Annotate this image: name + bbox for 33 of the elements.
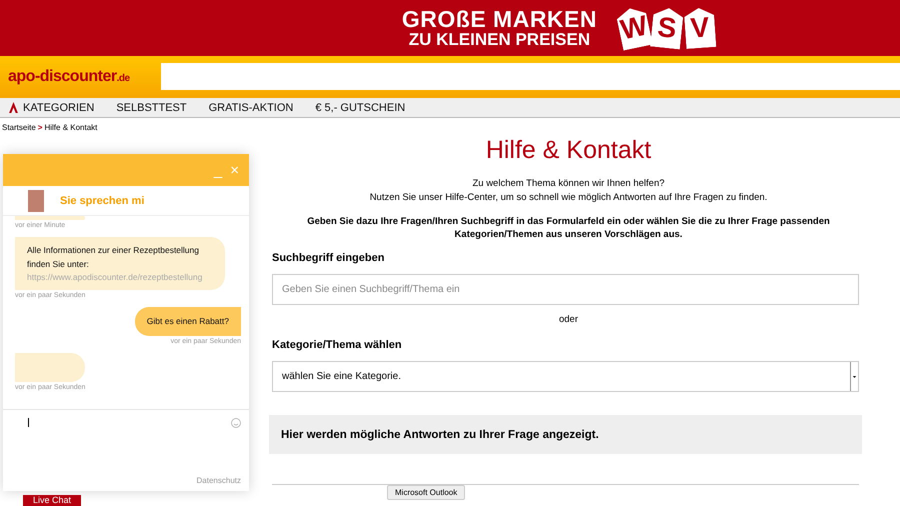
nav-item[interactable]: SELBSTTEST [116, 102, 187, 114]
avatar-placeholder [28, 190, 44, 212]
answers-panel: Hier werden mögliche Antworten zu Ihrer Frage angezeigt. [269, 415, 862, 454]
intro-text: Nutzen Sie unser Hilfe-Center, um so schnell wie möglich Antworten auf Ihre Fragen zu finden. [368, 190, 768, 205]
live-chat-button[interactable]: Live Chat [23, 495, 82, 506]
site-logo[interactable]: apo-discounter.de [8, 68, 151, 86]
banner-subline: ZU KLEINEN PREISEN [408, 30, 590, 49]
tooltip: Microsoft Outlook [387, 485, 466, 500]
breadcrumb-link[interactable]: Startseite [2, 123, 36, 136]
message-text: Alle Informationen zur einer Rezeptbestellung finden Sie unter: [27, 245, 199, 269]
field-label: Suchbegriff eingeben [272, 252, 386, 264]
search-term-field[interactable]: Geben Sie einen Suchbegriff/Thema ein [272, 274, 859, 306]
price-tag: S [650, 6, 684, 50]
price-tag: V [684, 6, 716, 49]
intro-text: Zu welchem Thema können wir Ihnen helfen? [471, 177, 666, 191]
category-select[interactable]: wählen Sie eine Kategorie. [272, 361, 859, 392]
field-label: Kategorie/Thema wählen [272, 339, 403, 352]
breadcrumb-separator: > [38, 123, 42, 134]
or-text: oder [558, 314, 579, 326]
message-text: Gibt es einen Rabatt? [146, 316, 229, 326]
banner-headline: GROßE MARKEN [402, 6, 597, 31]
text-cursor [28, 418, 29, 427]
typing-bubble [15, 353, 85, 382]
agent-label: Sie sprechen mi [60, 194, 144, 206]
smiley-icon[interactable] [231, 418, 241, 428]
instruction-text: Geben Sie dazu Ihre Fragen/Ihren Suchbegriff in das Formularfeld ein oder wählen Sie die zu Ihrer Frage passenden Kategorien/Themen aus unseren Vorschlägen aus. [306, 214, 831, 242]
nav-item[interactable]: € 5,- GUTSCHEIN [315, 102, 406, 114]
caret-icon [850, 362, 858, 392]
nav-item[interactable]: KATEGORIEN [8, 102, 94, 114]
nav-item[interactable]: GRATIS-AKTION [208, 102, 294, 114]
pharmacy-icon [8, 102, 19, 114]
breadcrumb-current: Hilfe & Kontakt [44, 123, 98, 134]
page-title: Hilfe & Kontakt [484, 136, 652, 165]
